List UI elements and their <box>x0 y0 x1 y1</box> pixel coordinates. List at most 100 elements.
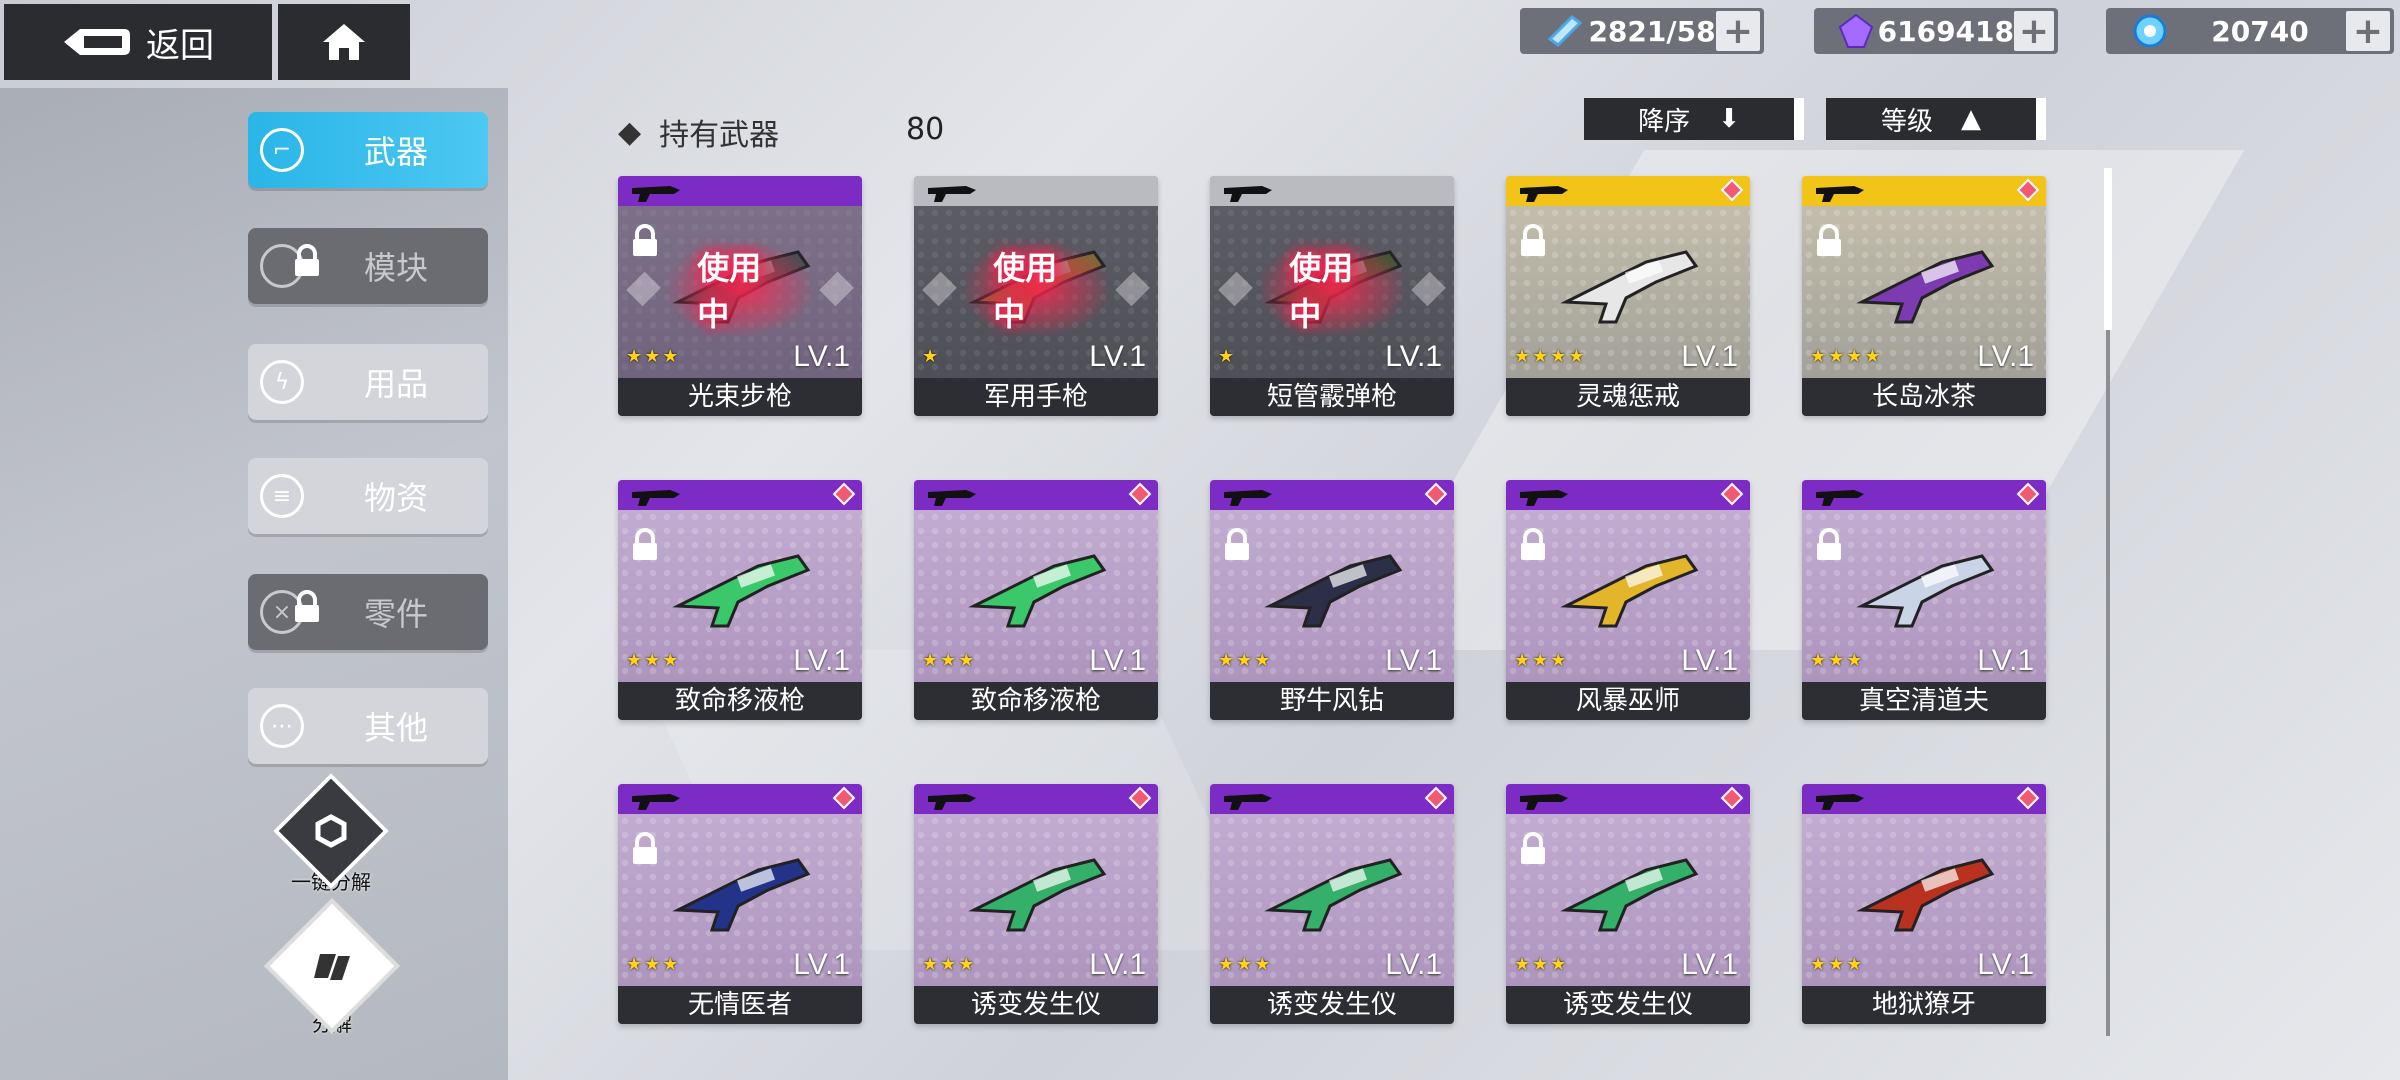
weapon-image <box>1856 554 1995 628</box>
weapon-name: 短管霰弹枪 <box>1210 378 1454 416</box>
weapon-level: LV.1 <box>1681 948 1738 981</box>
gun-type-icon <box>632 490 680 506</box>
sort-by-button[interactable]: 等级 ▲ <box>1826 98 2046 140</box>
weapon-level: LV.1 <box>1385 948 1442 981</box>
weapon-card[interactable]: 使用中 ★ LV.1 军用手枪 <box>914 176 1158 416</box>
weapon-image <box>672 858 811 932</box>
weapon-name: 诱变发生仪 <box>914 986 1158 1024</box>
in-use-label: 使用中 <box>1261 243 1403 335</box>
star-rating: ★★★ <box>626 650 681 671</box>
category-modules[interactable]: 模块 <box>248 228 488 304</box>
scrollbar-thumb[interactable] <box>2104 168 2112 330</box>
star-rating: ★★★ <box>1810 954 1865 975</box>
gun-type-icon <box>1224 490 1272 506</box>
category-parts[interactable]: × 零件 <box>248 574 488 650</box>
lock-icon <box>295 244 319 276</box>
weapon-card[interactable]: ★★★★ LV.1 灵魂惩戒 <box>1506 176 1750 416</box>
energy-orb-icon <box>2126 11 2174 51</box>
in-use-badge: 使用中 <box>914 243 1158 335</box>
dismantle-button[interactable]: 分解 <box>264 898 400 1037</box>
star-rating: ★★★ <box>922 650 977 671</box>
diamond-bullet-icon: ◆ <box>618 114 642 150</box>
gun-type-icon <box>1816 186 1864 202</box>
gun-type-icon <box>1520 794 1568 810</box>
gun-type-icon <box>928 490 976 506</box>
weapon-card[interactable]: 使用中 ★ LV.1 短管霰弹枪 <box>1210 176 1454 416</box>
sort-by-label: 等级 <box>1880 106 1933 137</box>
weapon-level: LV.1 <box>1385 340 1442 373</box>
lock-icon <box>633 528 657 560</box>
sort-order-button[interactable]: 降序 ⬇ <box>1584 98 1804 140</box>
lightning-icon: ϟ <box>260 360 304 404</box>
star-rating: ★★★★ <box>1514 346 1587 367</box>
download-arrow-icon: ⬇ <box>1718 104 1740 134</box>
star-rating: ★ <box>922 346 941 367</box>
weapon-level: LV.1 <box>1681 340 1738 373</box>
gun-type-icon <box>928 794 976 810</box>
weapon-card[interactable]: ★★★ LV.1 地狱獠牙 <box>1802 784 2046 1024</box>
weapon-name: 地狱獠牙 <box>1802 986 2046 1024</box>
home-button[interactable] <box>278 4 410 80</box>
gun-type-icon <box>928 186 976 202</box>
resource-value: 6169418 <box>1877 14 2015 48</box>
weapon-card[interactable]: 使用中 ★★★ LV.1 光束步枪 <box>618 176 862 416</box>
add-gem-button[interactable]: + <box>2014 11 2054 52</box>
gun-type-icon <box>1520 490 1568 506</box>
gun-type-icon <box>632 186 680 202</box>
category-label: 物资 <box>363 479 428 517</box>
weapon-name: 军用手枪 <box>914 378 1158 416</box>
stamina-crystal-icon <box>1540 11 1588 51</box>
weapon-name: 风暴巫师 <box>1506 682 1750 720</box>
category-others[interactable]: ⋯ 其他 <box>248 688 488 764</box>
one-click-dismantle-button[interactable]: 一键分解 <box>273 773 389 895</box>
supply-icon: ≡ <box>260 474 304 518</box>
weapon-name: 真空清道夫 <box>1802 682 2046 720</box>
weapon-name: 无情医者 <box>618 986 862 1024</box>
dismantle-icon <box>264 898 400 1034</box>
weapon-image <box>672 554 811 628</box>
gun-type-icon <box>1816 794 1864 810</box>
weapon-card[interactable]: ★★★ LV.1 无情医者 <box>618 784 862 1024</box>
weapon-card[interactable]: ★★★★ LV.1 长岛冰茶 <box>1802 176 2046 416</box>
gun-type-icon <box>1224 794 1272 810</box>
section-heading: ◆ 持有武器 <box>618 110 779 154</box>
weapon-card[interactable]: ★★★ LV.1 诱变发生仪 <box>1506 784 1750 1024</box>
category-materials[interactable]: ≡ 物资 <box>248 458 488 534</box>
category-label: 其他 <box>363 709 428 747</box>
lock-icon <box>1521 224 1545 256</box>
weapon-card[interactable]: ★★★ LV.1 诱变发生仪 <box>914 784 1158 1024</box>
weapon-name: 灵魂惩戒 <box>1506 378 1750 416</box>
weapon-card[interactable]: ★★★ LV.1 真空清道夫 <box>1802 480 2046 720</box>
add-energy-button[interactable]: + <box>2346 11 2390 52</box>
triangle-rank-icon: ▲ <box>1961 104 1981 134</box>
category-supplies[interactable]: ϟ 用品 <box>248 344 488 420</box>
lock-icon <box>1817 224 1841 256</box>
resource-energy: 20740 + <box>2106 8 2394 54</box>
weapon-image <box>1856 858 1995 932</box>
weapon-level: LV.1 <box>1089 644 1146 677</box>
weapon-level: LV.1 <box>1977 644 2034 677</box>
category-weapons[interactable]: ⌐ 武器 <box>248 112 488 188</box>
gun-type-icon <box>1224 186 1272 202</box>
star-rating: ★★★ <box>922 954 977 975</box>
weapon-level: LV.1 <box>793 340 850 373</box>
star-rating: ★★★★ <box>1810 346 1883 367</box>
in-use-badge: 使用中 <box>618 243 862 335</box>
weapon-card[interactable]: ★★★ LV.1 风暴巫师 <box>1506 480 1750 720</box>
weapon-image <box>1560 858 1699 932</box>
weapon-image <box>1264 858 1403 932</box>
lock-icon <box>295 590 319 622</box>
add-stamina-button[interactable]: + <box>1716 11 1760 52</box>
weapon-card[interactable]: ★★★ LV.1 诱变发生仪 <box>1210 784 1454 1024</box>
gun-type-icon <box>1816 490 1864 506</box>
weapon-card[interactable]: ★★★ LV.1 致命移液枪 <box>914 480 1158 720</box>
star-rating: ★★★ <box>1218 650 1273 671</box>
weapon-level: LV.1 <box>1385 644 1442 677</box>
weapon-card[interactable]: ★★★ LV.1 野牛风钻 <box>1210 480 1454 720</box>
weapon-level: LV.1 <box>793 948 850 981</box>
back-label: 返回 <box>146 25 214 66</box>
weapon-card[interactable]: ★★★ LV.1 致命移液枪 <box>618 480 862 720</box>
resource-value: 2821/58 <box>1588 14 1716 48</box>
weapon-level: LV.1 <box>1089 340 1146 373</box>
back-button[interactable]: 返回 <box>4 4 272 80</box>
